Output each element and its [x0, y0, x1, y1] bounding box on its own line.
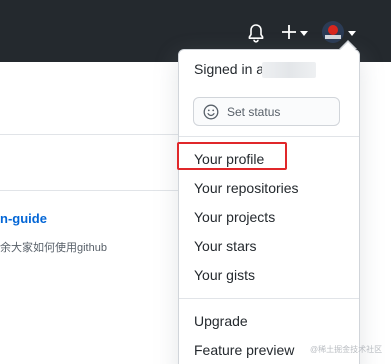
highlight-annotation — [177, 142, 287, 170]
menu-item-feature-preview[interactable]: Feature preview — [194, 342, 294, 358]
plus-icon[interactable] — [281, 24, 297, 40]
watermark: @稀土掘金技术社区 — [310, 345, 383, 354]
set-status-label: Set status — [227, 105, 281, 119]
menu-item-upgrade[interactable]: Upgrade — [194, 313, 248, 329]
repo-description: 余大家如何使用github — [0, 242, 107, 254]
menu-divider — [179, 298, 359, 299]
menu-divider — [179, 136, 359, 137]
chevron-down-icon[interactable] — [300, 31, 308, 36]
divider — [0, 134, 178, 135]
chevron-down-icon[interactable] — [348, 31, 356, 36]
menu-item-your-gists[interactable]: Your gists — [194, 267, 255, 283]
set-status-button[interactable]: Set status — [193, 97, 340, 126]
divider — [0, 190, 178, 191]
repo-link[interactable]: n-guide — [0, 211, 47, 226]
redacted-username — [262, 62, 316, 78]
bell-icon[interactable] — [247, 23, 265, 43]
menu-item-your-stars[interactable]: Your stars — [194, 238, 257, 254]
signed-in-label: Signed in a — [194, 61, 265, 77]
avatar-badge — [328, 25, 338, 35]
menu-item-your-repositories[interactable]: Your repositories — [194, 180, 299, 196]
menu-item-your-projects[interactable]: Your projects — [194, 209, 275, 225]
smiley-icon — [203, 104, 219, 120]
avatar-label-strip — [325, 35, 341, 39]
dropdown-caret-fill — [340, 42, 356, 50]
